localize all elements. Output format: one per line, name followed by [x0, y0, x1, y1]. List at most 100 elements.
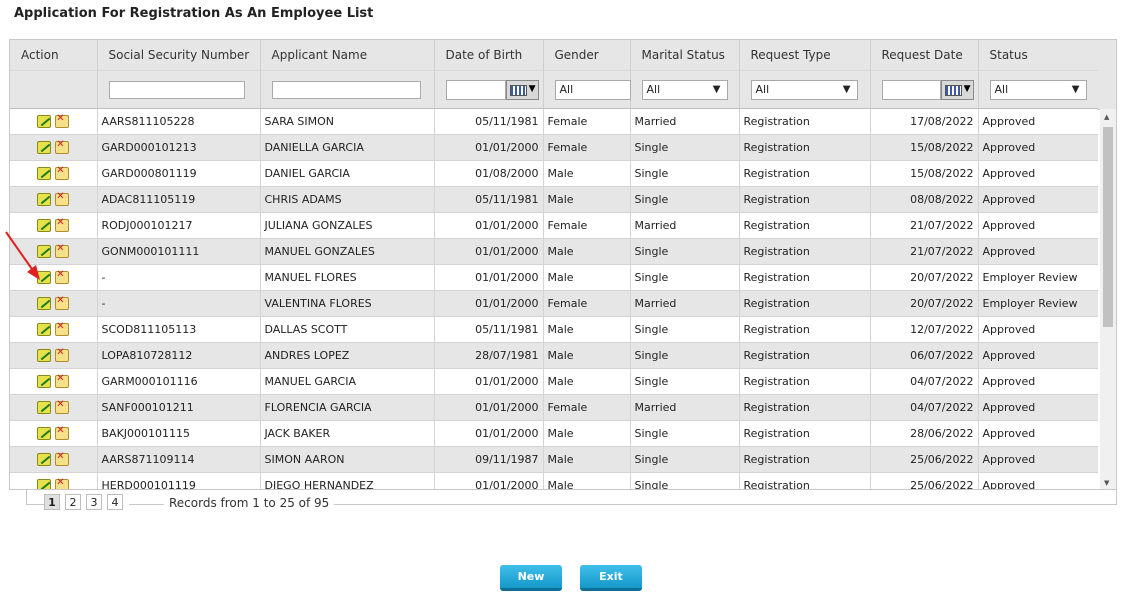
- new-button[interactable]: New: [500, 565, 562, 591]
- edit-icon[interactable]: [37, 479, 52, 489]
- col-request-date[interactable]: Request Date: [870, 40, 979, 71]
- edit-icon[interactable]: [37, 297, 52, 311]
- status-cell: Approved: [978, 472, 1098, 489]
- col-applicant-name[interactable]: Applicant Name: [260, 40, 435, 71]
- vertical-scrollbar[interactable]: ▲ ▼: [1100, 109, 1116, 489]
- table-row[interactable]: -MANUEL FLORES01/01/2000MaleSingleRegist…: [10, 264, 1098, 291]
- marital-filter-select[interactable]: All ▼: [641, 79, 728, 100]
- table-row[interactable]: HERD000101119DIEGO HERNANDEZ01/01/2000Ma…: [10, 472, 1098, 489]
- edit-icon[interactable]: [37, 167, 52, 181]
- gender-cell: Male: [543, 446, 631, 473]
- edit-icon[interactable]: [37, 141, 52, 155]
- status-cell: Employer Review: [978, 264, 1098, 291]
- date-of-birth-cell: 01/01/2000: [434, 134, 544, 161]
- table-row[interactable]: RODJ000101217JULIANA GONZALES01/01/2000F…: [10, 212, 1098, 239]
- gender-cell: Female: [543, 394, 631, 421]
- applicant-name-cell: JACK BAKER: [260, 420, 435, 447]
- request-type-filter-select[interactable]: All ▼: [750, 79, 858, 100]
- table-row[interactable]: GARD000101213DANIELLA GARCIA01/01/2000Fe…: [10, 134, 1098, 161]
- table-row[interactable]: LOPA810728112ANDRES LOPEZ28/07/1981MaleS…: [10, 342, 1098, 369]
- request-date-filter-input[interactable]: [881, 79, 941, 100]
- request-type-cell: Registration: [739, 238, 871, 265]
- delete-icon[interactable]: [55, 347, 70, 363]
- status-filter-select[interactable]: All ▼: [989, 79, 1087, 100]
- table-row[interactable]: ADAC811105119CHRIS ADAMS05/11/1981MaleSi…: [10, 186, 1098, 213]
- col-ssn[interactable]: Social Security Number: [97, 40, 261, 71]
- status-cell: Approved: [978, 316, 1098, 343]
- delete-icon[interactable]: [55, 191, 70, 207]
- delete-icon[interactable]: [55, 243, 70, 259]
- action-cell: [10, 472, 98, 489]
- status-cell: Approved: [978, 160, 1098, 187]
- table-row[interactable]: GARM000101116MANUEL GARCIA01/01/2000Male…: [10, 368, 1098, 395]
- table-row[interactable]: GONM000101111MANUEL GONZALES01/01/2000Ma…: [10, 238, 1098, 265]
- calendar-icon[interactable]: ▼: [505, 79, 539, 100]
- delete-icon[interactable]: [55, 217, 70, 233]
- edit-icon[interactable]: [37, 193, 52, 207]
- ssn-cell: HERD000101119: [97, 472, 261, 489]
- gender-cell: Male: [543, 368, 631, 395]
- status-cell: Approved: [978, 342, 1098, 369]
- delete-icon[interactable]: [55, 399, 70, 415]
- table-row[interactable]: SANF000101211FLORENCIA GARCIA01/01/2000F…: [10, 394, 1098, 421]
- scroll-up-icon[interactable]: ▲: [1104, 113, 1109, 121]
- request-date-cell: 20/07/2022: [870, 290, 979, 317]
- delete-icon[interactable]: [55, 425, 70, 441]
- delete-icon[interactable]: [55, 373, 70, 389]
- date-of-birth-cell: 01/01/2000: [434, 212, 544, 239]
- request-date-cell: 12/07/2022: [870, 316, 979, 343]
- scroll-down-icon[interactable]: ▼: [1104, 479, 1109, 487]
- table-row[interactable]: BAKJ000101115JACK BAKER01/01/2000MaleSin…: [10, 420, 1098, 447]
- request-date-cell: 04/07/2022: [870, 368, 979, 395]
- edit-icon[interactable]: [37, 115, 52, 129]
- applicant-name-cell: SIMON AARON: [260, 446, 435, 473]
- gender-cell: Female: [543, 134, 631, 161]
- table-row[interactable]: AARS871109114SIMON AARON09/11/1987MaleSi…: [10, 446, 1098, 473]
- col-gender[interactable]: Gender: [543, 40, 631, 71]
- delete-icon[interactable]: [55, 113, 70, 129]
- table-row[interactable]: GARD000801119DANIEL GARCIA01/08/2000Male…: [10, 160, 1098, 187]
- exit-button[interactable]: Exit: [580, 565, 642, 591]
- delete-icon[interactable]: [55, 321, 70, 337]
- scroll-thumb[interactable]: [1103, 127, 1113, 327]
- page-4-button[interactable]: 4: [107, 494, 123, 510]
- edit-icon[interactable]: [37, 323, 52, 337]
- status-cell: Approved: [978, 368, 1098, 395]
- ssn-filter-input[interactable]: [108, 80, 245, 99]
- action-cell: [10, 134, 98, 161]
- table-row[interactable]: SCOD811105113DALLAS SCOTT05/11/1981MaleS…: [10, 316, 1098, 343]
- request-date-cell: 25/06/2022: [870, 446, 979, 473]
- col-marital-status[interactable]: Marital Status: [630, 40, 740, 71]
- marital-status-cell: Single: [630, 238, 740, 265]
- dob-filter-input[interactable]: [445, 79, 506, 100]
- col-status[interactable]: Status: [978, 40, 1099, 71]
- edit-icon[interactable]: [37, 401, 52, 415]
- request-type-cell: Registration: [739, 134, 871, 161]
- marital-status-cell: Single: [630, 264, 740, 291]
- page-2-button[interactable]: 2: [65, 494, 81, 510]
- ssn-cell: GARD000801119: [97, 160, 261, 187]
- ssn-cell: SCOD811105113: [97, 316, 261, 343]
- delete-icon[interactable]: [55, 451, 70, 467]
- delete-icon[interactable]: [55, 269, 70, 285]
- delete-icon[interactable]: [55, 139, 70, 155]
- edit-icon[interactable]: [37, 453, 52, 467]
- table-row[interactable]: AARS811105228SARA SIMON05/11/1981FemaleM…: [10, 109, 1098, 135]
- page-3-button[interactable]: 3: [86, 494, 102, 510]
- col-date-of-birth[interactable]: Date of Birth: [434, 40, 544, 71]
- edit-icon[interactable]: [37, 375, 52, 389]
- delete-icon[interactable]: [55, 165, 70, 181]
- table-row[interactable]: -VALENTINA FLORES01/01/2000FemaleMarried…: [10, 290, 1098, 317]
- status-cell: Approved: [978, 420, 1098, 447]
- dob-filter: ▼: [445, 79, 540, 100]
- name-filter-input[interactable]: [271, 80, 421, 99]
- col-request-type[interactable]: Request Type: [739, 40, 871, 71]
- applicant-name-cell: DIEGO HERNANDEZ: [260, 472, 435, 489]
- edit-icon[interactable]: [37, 427, 52, 441]
- edit-icon[interactable]: [37, 349, 52, 363]
- delete-icon[interactable]: [55, 295, 70, 311]
- calendar-icon[interactable]: ▼: [940, 79, 974, 100]
- gender-filter-select[interactable]: All: [554, 79, 631, 100]
- delete-icon[interactable]: [55, 477, 70, 489]
- page-1-button[interactable]: 1: [44, 494, 60, 510]
